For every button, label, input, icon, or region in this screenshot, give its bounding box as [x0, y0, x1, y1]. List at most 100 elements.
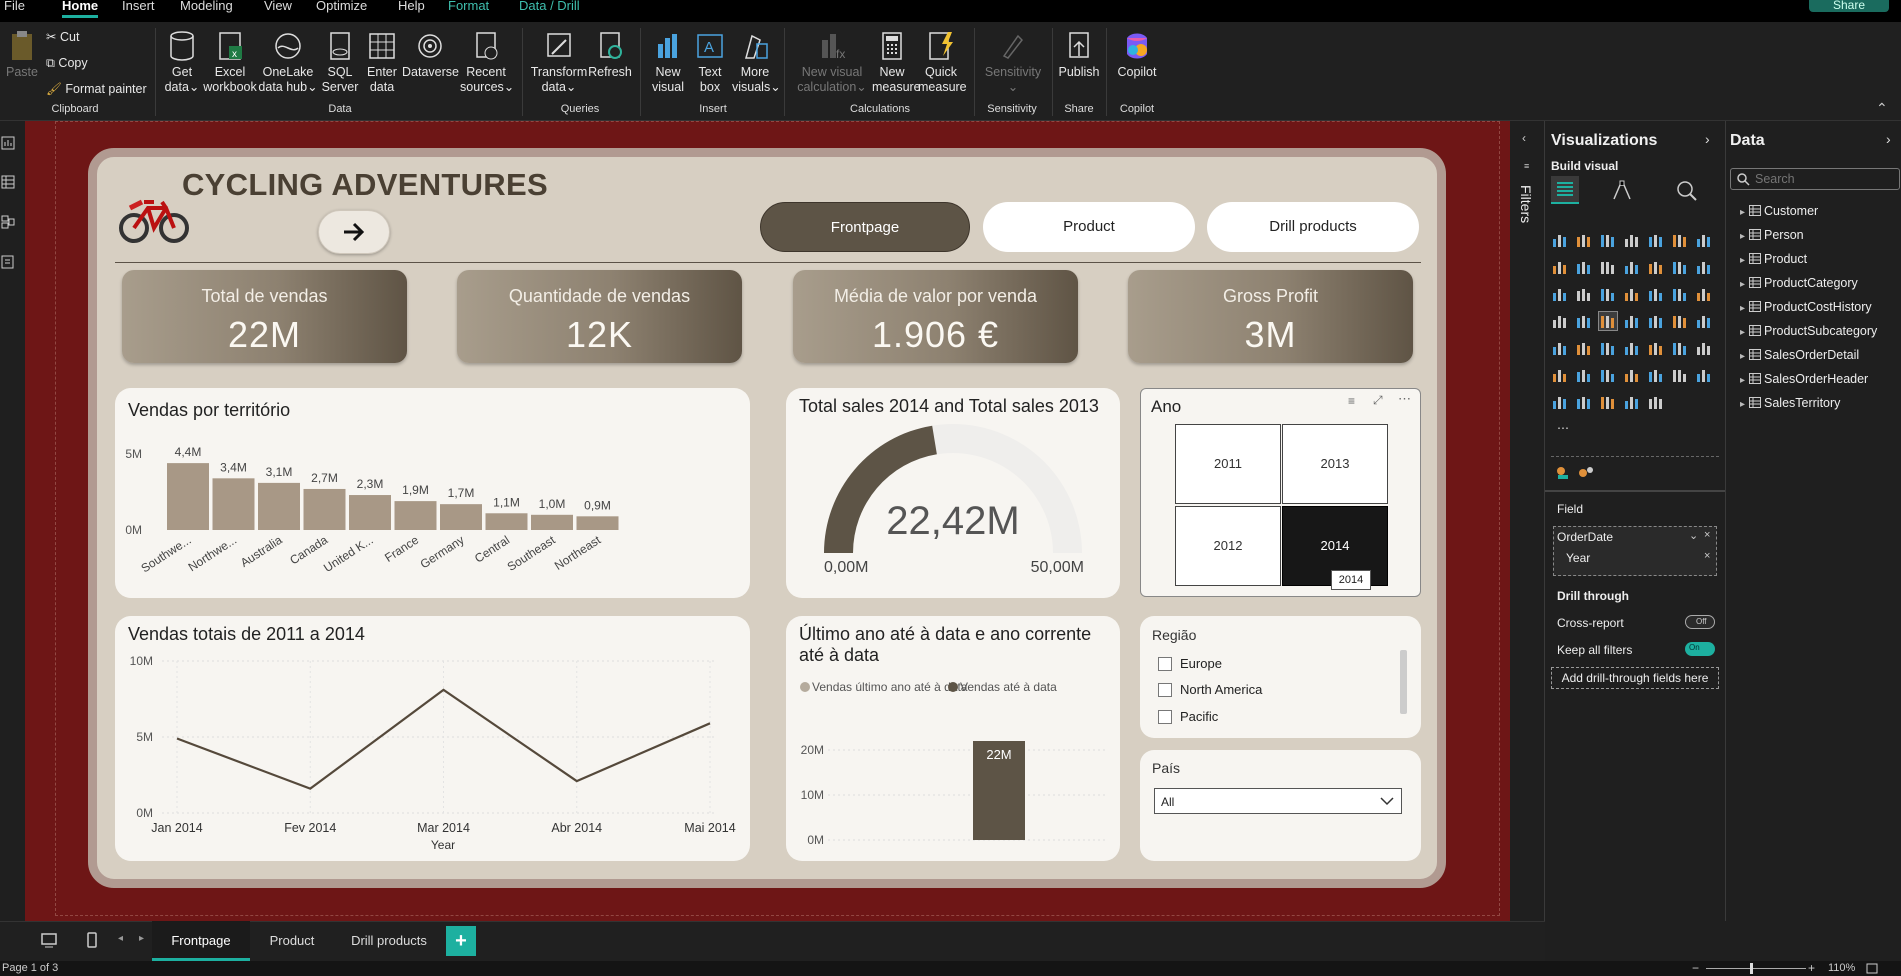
visual-type-icon[interactable] — [1623, 339, 1641, 357]
expand-chevron-icon[interactable]: ▸ — [1740, 327, 1745, 338]
region-scrollbar[interactable] — [1400, 650, 1407, 714]
visual-type-icon[interactable] — [1695, 312, 1713, 330]
visual-type-icon[interactable] — [1551, 393, 1569, 411]
nav-product-button[interactable]: Product — [983, 202, 1195, 252]
expand-chevron-icon[interactable]: ▸ — [1740, 375, 1745, 386]
visual-type-icon[interactable] — [1695, 231, 1713, 249]
zoom-slider[interactable] — [1706, 968, 1806, 969]
data-table-item[interactable]: ▸ ProductCostHistory — [1740, 300, 1872, 316]
zoom-slider-thumb[interactable] — [1750, 963, 1753, 974]
data-table-item[interactable]: ▸ ProductSubcategory — [1740, 324, 1877, 340]
report-view-icon[interactable] — [0, 135, 16, 151]
menu-help[interactable]: Help — [398, 0, 425, 12]
filter-icon[interactable]: ≡ — [1348, 394, 1355, 408]
year-tile-2012[interactable]: 2012 — [1175, 506, 1281, 586]
page-tab-drill-products[interactable]: Drill products — [334, 921, 444, 961]
visual-type-icon[interactable] — [1599, 285, 1617, 303]
visual-type-icon[interactable] — [1599, 231, 1617, 249]
subfield-remove-icon[interactable]: × — [1704, 550, 1710, 562]
visual-type-icon[interactable] — [1599, 339, 1617, 357]
visual-type-icon[interactable] — [1623, 312, 1641, 330]
copy-button[interactable]: ⧉ Copy — [46, 56, 88, 71]
visual-type-icon[interactable] — [1671, 366, 1689, 384]
transform-data-button[interactable]: Transform data⌄ — [530, 30, 588, 95]
visual-type-icon[interactable] — [1671, 285, 1689, 303]
yearly-line-chart-card[interactable]: Vendas totais de 2011 a 2014 10M 5M 0M Jan … — [115, 616, 750, 861]
enter-data-button[interactable]: Enter data — [362, 30, 402, 95]
focus-mode-icon[interactable]: ⤢ — [1373, 393, 1383, 408]
visual-type-icon[interactable] — [1623, 258, 1641, 276]
visual-type-icon[interactable] — [1599, 366, 1617, 384]
visual-type-icon[interactable] — [1599, 393, 1617, 411]
visual-type-icon[interactable] — [1647, 231, 1665, 249]
expand-chevron-icon[interactable]: ▸ — [1740, 279, 1745, 290]
more-visuals-ellipsis[interactable]: ⋯ — [1557, 421, 1569, 435]
page-tab-product[interactable]: Product — [252, 921, 332, 961]
excel-workbook-button[interactable]: x Excel workbook — [202, 30, 258, 95]
ytd-chart-card[interactable]: Último ano até à data e ano corrente até… — [786, 616, 1120, 861]
nav-frontpage-button[interactable]: Frontpage — [760, 202, 970, 252]
page-tab-frontpage[interactable]: Frontpage — [152, 921, 250, 961]
data-table-item[interactable]: ▸ SalesOrderHeader — [1740, 372, 1868, 388]
cross-report-toggle[interactable]: Off — [1685, 615, 1715, 629]
visual-type-icon[interactable] — [1695, 339, 1713, 357]
gauge-card[interactable]: Total sales 2014 and Total sales 2013 22… — [786, 388, 1120, 598]
quick-measure-button[interactable]: Quick measure — [918, 30, 967, 95]
format-visual-icon[interactable] — [1610, 179, 1634, 201]
visual-type-icon[interactable] — [1623, 366, 1641, 384]
add-drill-through-well[interactable]: Add drill-through fields here — [1551, 667, 1719, 689]
menu-data-drill[interactable]: Data / Drill — [519, 0, 580, 12]
table-view-icon[interactable] — [0, 174, 16, 190]
visual-type-icon[interactable] — [1575, 231, 1593, 249]
new-visual-button[interactable]: New visual — [648, 30, 688, 95]
visual-type-icon[interactable] — [1647, 285, 1665, 303]
visual-type-icon[interactable] — [1575, 366, 1593, 384]
menu-format[interactable]: Format — [448, 0, 489, 12]
expand-chevron-icon[interactable]: ▸ — [1740, 351, 1745, 362]
data-search-box[interactable] — [1730, 168, 1900, 190]
more-visuals-button[interactable]: More visuals⌄ — [732, 30, 781, 95]
expand-chevron-icon[interactable]: ▸ — [1740, 231, 1745, 242]
tab-scroll-right-icon[interactable]: ▸ — [139, 933, 144, 944]
country-dropdown[interactable]: All — [1154, 788, 1402, 814]
visual-type-icon[interactable] — [1551, 366, 1569, 384]
region-checkbox-europe[interactable] — [1158, 657, 1172, 671]
visual-type-icon[interactable] — [1647, 339, 1665, 357]
dax-query-view-icon[interactable] — [0, 254, 16, 270]
visual-type-icon[interactable] — [1695, 258, 1713, 276]
collapse-ribbon-icon[interactable]: ⌃ — [1876, 100, 1888, 117]
year-tile-2013[interactable]: 2013 — [1282, 424, 1388, 504]
visual-type-icon[interactable] — [1671, 258, 1689, 276]
visual-type-icon[interactable] — [1599, 258, 1617, 276]
expand-chevron-icon[interactable]: ▸ — [1740, 207, 1745, 218]
data-table-item[interactable]: ▸ Customer — [1740, 204, 1818, 220]
publish-button[interactable]: Publish — [1056, 30, 1102, 80]
onelake-button[interactable]: OneLake data hub⌄ — [258, 30, 318, 95]
keep-filters-toggle[interactable]: On — [1685, 642, 1715, 656]
visual-type-icon[interactable] — [1647, 258, 1665, 276]
new-visual-calculation-button[interactable]: fx New visual calculation⌄ — [790, 30, 874, 95]
recent-sources-button[interactable]: Recent sources⌄ — [460, 30, 514, 95]
new-measure-button[interactable]: New measure — [872, 30, 921, 95]
filters-pane-collapsed[interactable]: ‹ ≡ Filters — [1510, 121, 1545, 921]
share-button[interactable]: Share — [1809, 0, 1889, 12]
visual-type-icon[interactable] — [1575, 312, 1593, 330]
field-expand-icon[interactable]: ⌄ — [1689, 529, 1698, 542]
data-search-input[interactable] — [1755, 171, 1895, 187]
visual-type-icon[interactable] — [1551, 231, 1569, 249]
visual-type-icon[interactable] — [1671, 339, 1689, 357]
visual-type-icon[interactable] — [1623, 285, 1641, 303]
expand-chevron-icon[interactable]: ▸ — [1740, 303, 1745, 314]
visual-type-icon[interactable] — [1671, 231, 1689, 249]
refresh-button[interactable]: Refresh — [588, 30, 632, 80]
analytics-icon[interactable] — [1675, 179, 1699, 201]
visual-type-icon[interactable] — [1695, 366, 1713, 384]
zoom-in-icon[interactable]: + — [1808, 961, 1815, 975]
region-slicer-card[interactable]: Região Europe North America Pacific — [1140, 616, 1421, 738]
visual-type-icon[interactable] — [1647, 312, 1665, 330]
expand-chevron-icon[interactable]: ▸ — [1740, 399, 1745, 410]
visual-type-icon[interactable] — [1575, 393, 1593, 411]
sql-server-button[interactable]: SQL Server — [320, 30, 360, 95]
mobile-layout-icon[interactable] — [86, 931, 98, 949]
year-tile-2011[interactable]: 2011 — [1175, 424, 1281, 504]
